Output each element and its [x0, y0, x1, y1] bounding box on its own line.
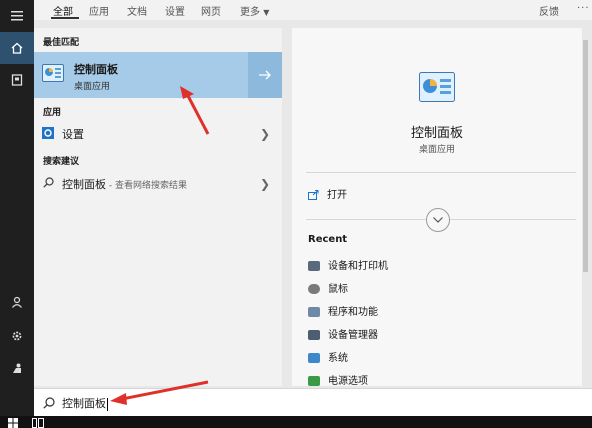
- annotation-arrows: [110, 86, 210, 405]
- start-search-window: 全部 应用 文档 设置 网页 更多 ▼ 反馈 ··· 最佳匹配 控制面板 桌面应…: [0, 0, 592, 428]
- annotation-arrowhead: [180, 86, 194, 99]
- annotation-arrow: [184, 91, 210, 135]
- annotation-arrowhead: [110, 393, 127, 405]
- annotation-arrow: [121, 380, 209, 401]
